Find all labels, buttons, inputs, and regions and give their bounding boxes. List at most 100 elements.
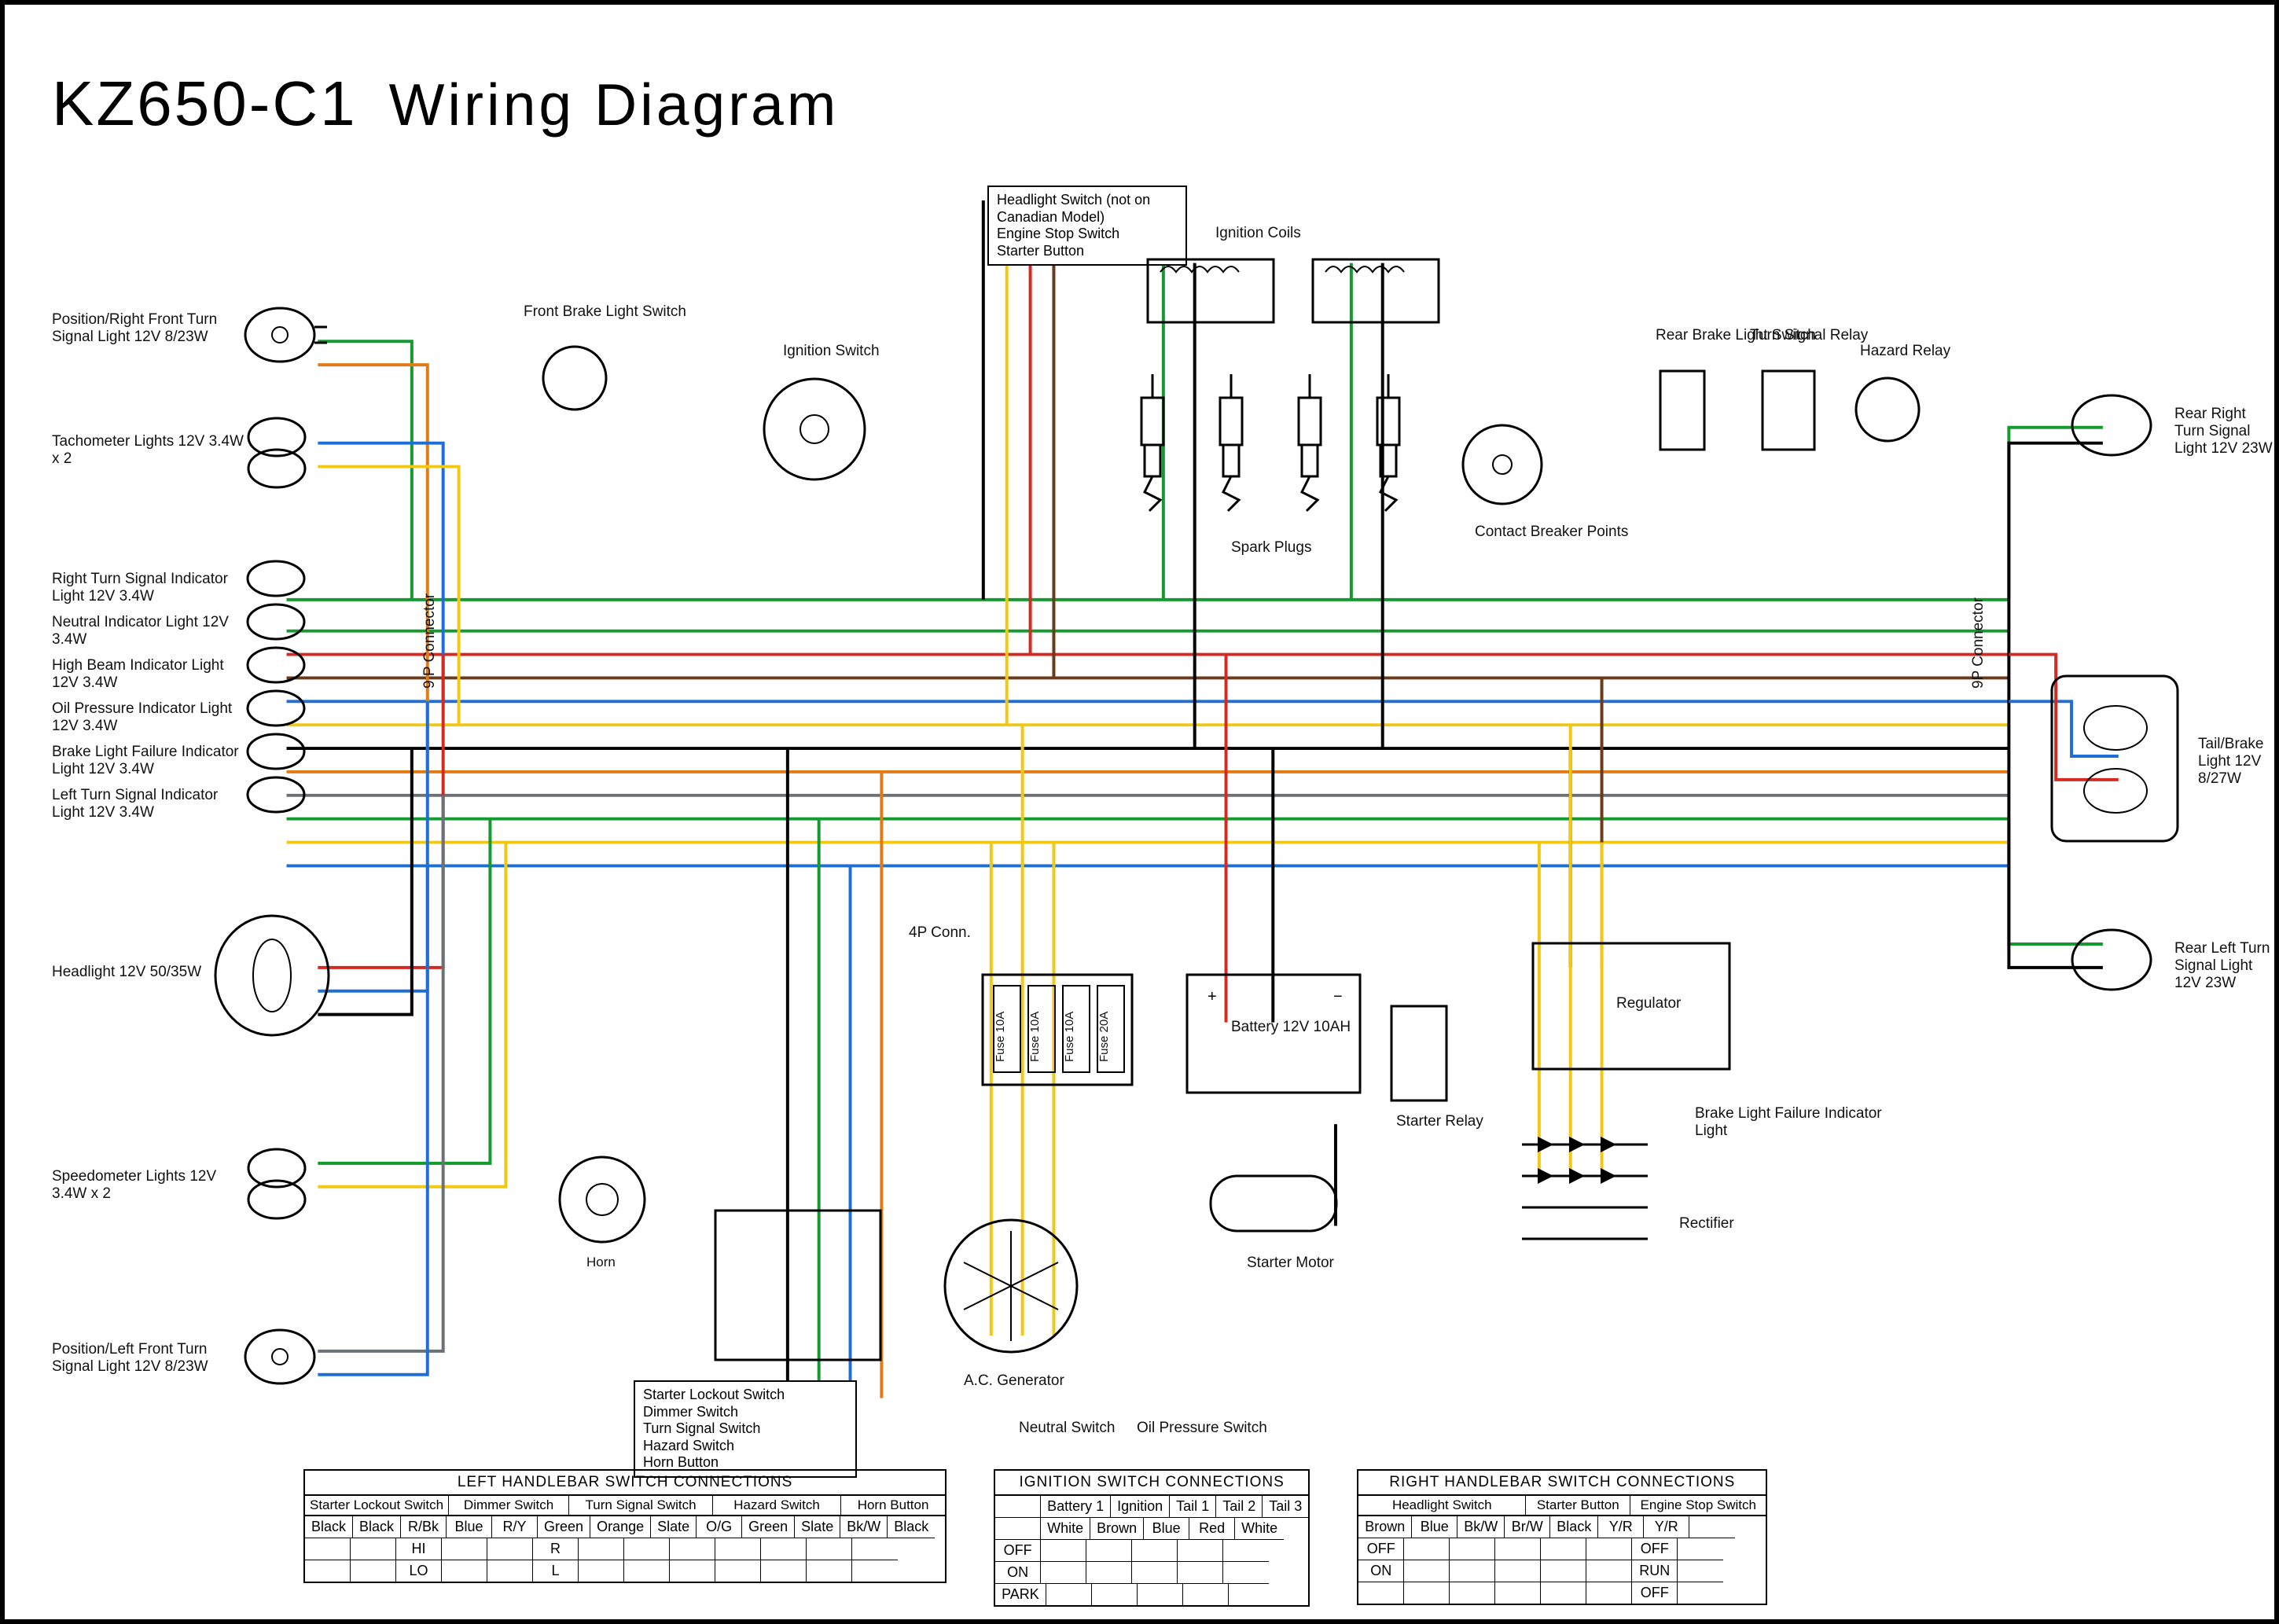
col-header: Bk/W	[840, 1516, 888, 1538]
cell: L	[533, 1560, 579, 1582]
label-battery: Battery 12V 10AH	[1231, 1019, 1351, 1036]
cell: ON	[1358, 1560, 1404, 1582]
rear-brake-switch-icon	[1656, 366, 1711, 461]
label-speedo-lights: Speedometer Lights 12V 3.4W x 2	[52, 1168, 248, 1203]
col-header: Brown	[1358, 1516, 1412, 1538]
group-name: Starter Lockout Switch	[305, 1496, 449, 1516]
col-header: Black	[305, 1516, 353, 1538]
col-header: Green	[742, 1516, 795, 1538]
label-horn: Horn	[586, 1255, 616, 1270]
group-name: Headlight Switch	[1358, 1496, 1526, 1516]
bulb-icon	[2064, 390, 2159, 461]
hazard-relay-icon	[1852, 374, 1923, 445]
col-header: Tail 3	[1263, 1496, 1308, 1518]
cell: RUN	[1632, 1560, 1678, 1582]
model-number: KZ650-C1	[52, 68, 358, 140]
col-header: Tail 2	[1216, 1496, 1263, 1518]
rectifier-icon	[1506, 1129, 1663, 1270]
starter-motor-icon	[1208, 1160, 1341, 1247]
col-header: Y/R	[1644, 1516, 1689, 1538]
col-header: Green	[538, 1516, 590, 1538]
label-brake-fail-ind: Brake Light Failure Indicator Light 12V …	[52, 744, 248, 778]
group-name: Horn Button	[841, 1496, 945, 1516]
col-header: Black	[1550, 1516, 1598, 1538]
label-hazard-relay: Hazard Relay	[1860, 343, 1950, 360]
wiring-diagram-page: KZ650-C1 Wiring Diagram	[0, 0, 2279, 1624]
col-header: Blue	[447, 1516, 492, 1538]
left-handlebar-table: LEFT HANDLEBAR SWITCH CONNECTIONS Starte…	[303, 1469, 947, 1583]
top-switch-box: Headlight Switch (not on Canadian Model)…	[987, 186, 1187, 266]
label-rectifier: Rectifier	[1679, 1215, 1734, 1233]
label-right-turn-ind: Right Turn Signal Indicator Light 12V 3.…	[52, 571, 248, 605]
label-pos-left-front-turn: Position/Left Front Turn Signal Light 12…	[52, 1341, 248, 1376]
col-header: Ignition	[1111, 1496, 1170, 1518]
col-header: White	[1041, 1518, 1090, 1540]
col-header: R/Y	[492, 1516, 538, 1538]
svg-text:+: +	[1208, 988, 1217, 1005]
label-4p-conn: 4P Conn.	[909, 924, 971, 942]
cell: PARK	[995, 1584, 1046, 1605]
cell: LO	[396, 1560, 442, 1582]
group-name: Hazard Switch	[713, 1496, 841, 1516]
label-rear-right-turn: Rear Right Turn Signal Light 12V 23W	[2174, 406, 2274, 457]
col-header: Br/W	[1505, 1516, 1550, 1538]
spark-plug-icon	[1286, 374, 1333, 516]
svg-text:−: −	[1333, 988, 1343, 1005]
col-header: Orange	[590, 1516, 651, 1538]
cell: OFF	[995, 1540, 1041, 1562]
cell	[305, 1538, 351, 1560]
headlight-icon	[209, 909, 343, 1042]
label-ac-generator: A.C. Generator	[964, 1372, 1064, 1390]
cell: OFF	[1632, 1582, 1678, 1604]
col-header: Red	[1189, 1518, 1235, 1540]
label-tach-lights: Tachometer Lights 12V 3.4W x 2	[52, 433, 248, 468]
starter-relay-icon	[1388, 1003, 1451, 1105]
turn-relay-icon	[1758, 366, 1821, 461]
right-handlebar-table: RIGHT HANDLEBAR SWITCH CONNECTIONS Headl…	[1357, 1469, 1767, 1605]
bulb-icon	[241, 1325, 327, 1388]
cell: HI	[396, 1538, 442, 1560]
ignition-switch-table: IGNITION SWITCH CONNECTIONS Battery 1 Ig…	[994, 1469, 1310, 1607]
ignition-coil-icon	[1310, 256, 1443, 343]
col-header: R/Bk	[401, 1516, 447, 1538]
group-name: Turn Signal Switch	[569, 1496, 713, 1516]
col-header: Slate	[795, 1516, 840, 1538]
label-ignition-coils: Ignition Coils	[1215, 225, 1301, 242]
ignition-switch-icon	[759, 374, 869, 484]
label-oil-pressure-ind: Oil Pressure Indicator Light 12V 3.4W	[52, 700, 248, 735]
col-header: Black	[353, 1516, 401, 1538]
label-turn-relay: Turn Signal Relay	[1750, 327, 1868, 344]
label-high-beam-ind: High Beam Indicator Light 12V 3.4W	[52, 657, 248, 692]
table-title: RIGHT HANDLEBAR SWITCH CONNECTIONS	[1358, 1471, 1766, 1496]
col-header: Battery 1	[1041, 1496, 1111, 1518]
bulb-icon	[2064, 924, 2159, 995]
cell: ON	[995, 1562, 1041, 1584]
col-header: Bk/W	[1457, 1516, 1505, 1538]
label-starter-motor: Starter Motor	[1247, 1255, 1334, 1272]
col-header: Tail 1	[1170, 1496, 1216, 1518]
label-fuse-3: Fuse 10A	[1063, 1012, 1076, 1062]
col-header: White	[1235, 1518, 1284, 1540]
cell: R	[533, 1538, 579, 1560]
label-brake-fail: Brake Light Failure Indicator Light	[1695, 1105, 1891, 1140]
label-rear-left-turn: Rear Left Turn Signal Light 12V 23W	[2174, 940, 2274, 992]
bulb-icon	[241, 303, 327, 366]
label-oil-sw: Oil Pressure Switch	[1137, 1420, 1267, 1437]
indicator-cluster-icon	[241, 555, 343, 822]
label-neutral-sw: Neutral Switch	[1019, 1420, 1116, 1437]
bottom-switch-box: Starter Lockout Switch Dimmer Switch Tur…	[634, 1380, 857, 1478]
cell: OFF	[1632, 1538, 1678, 1560]
col-header: Black	[888, 1516, 935, 1538]
label-fuse-1: Fuse 10A	[994, 1012, 1007, 1062]
col-header: Slate	[651, 1516, 697, 1538]
bulb-icon	[241, 1145, 335, 1223]
cell: OFF	[1358, 1538, 1404, 1560]
front-brake-switch-icon	[539, 343, 610, 413]
col-header: Blue	[1412, 1516, 1457, 1538]
spark-plug-icon	[1129, 374, 1176, 516]
label-front-brake-sw: Front Brake Light Switch	[524, 303, 686, 321]
group-name: Engine Stop Switch	[1630, 1496, 1766, 1516]
group-name: Dimmer Switch	[449, 1496, 569, 1516]
table-title: LEFT HANDLEBAR SWITCH CONNECTIONS	[305, 1471, 945, 1496]
label-9p-connector-right: 9P Connector	[1970, 597, 1987, 689]
